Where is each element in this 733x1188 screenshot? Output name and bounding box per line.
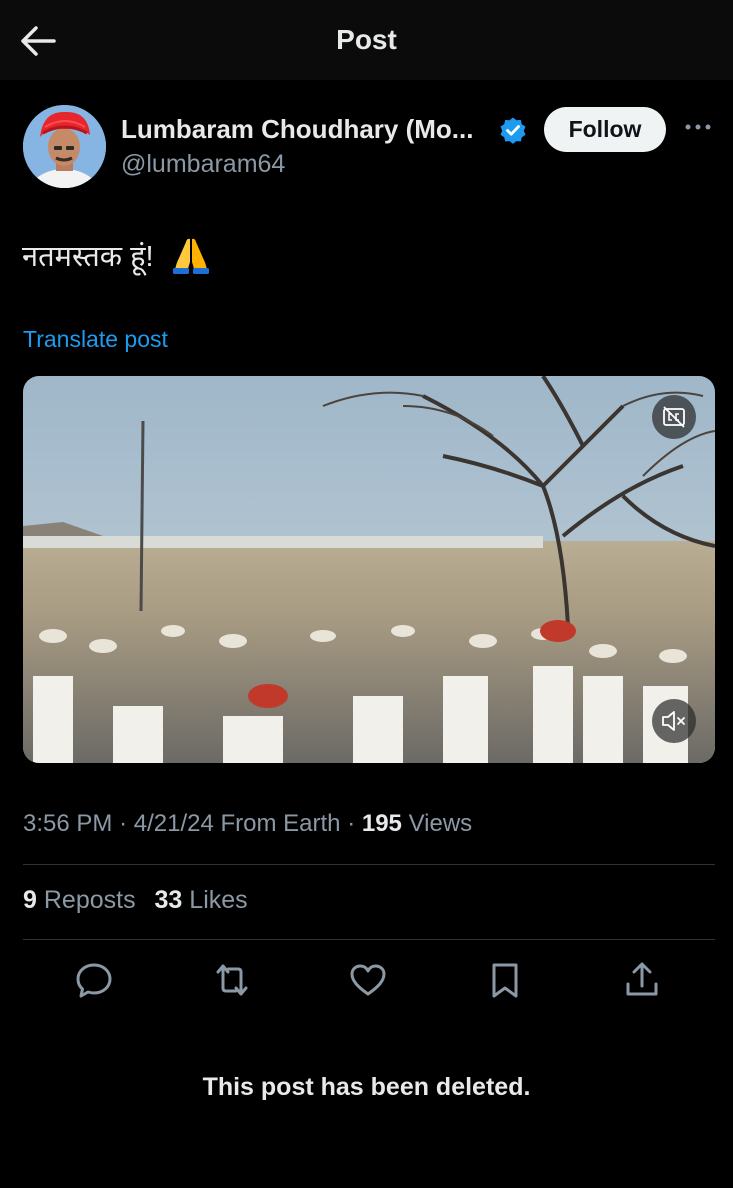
like-icon[interactable]: [348, 960, 388, 1000]
captions-off-icon: [663, 406, 685, 428]
page-title: Post: [336, 24, 397, 55]
post-location: From Earth: [220, 810, 341, 837]
mute-button[interactable]: [652, 699, 696, 743]
post-date: 4/21/24: [133, 810, 214, 837]
meta-separator: ·: [347, 810, 362, 837]
divider: [23, 864, 715, 865]
meta-separator: ·: [119, 810, 134, 837]
divider: [23, 939, 715, 940]
more-options-icon[interactable]: [683, 117, 713, 137]
views-label: Views: [408, 810, 473, 837]
reposts-count: 9: [23, 886, 37, 914]
post-meta: 3:56 PM · 4/21/24 From Earth · 195 Views: [23, 810, 472, 838]
likes-stat[interactable]: 33 Likes: [155, 886, 248, 914]
likes-count: 33: [154, 886, 183, 914]
post-video[interactable]: [23, 376, 715, 763]
follow-button[interactable]: Follow: [544, 107, 666, 152]
top-bar: Post: [0, 0, 733, 80]
folded-hands-emoji-icon: [173, 238, 209, 274]
repost-icon[interactable]: [212, 960, 252, 1000]
author-handle[interactable]: @lumbaram64: [121, 150, 285, 179]
verified-badge-icon: [500, 117, 526, 144]
bookmark-icon[interactable]: [485, 960, 525, 1000]
reposts-label: Reposts: [43, 886, 136, 914]
likes-label: Likes: [189, 886, 248, 914]
captions-button[interactable]: [652, 395, 696, 439]
video-frame: [23, 376, 715, 763]
author-name[interactable]: Lumbaram Choudhary (Mo...: [121, 114, 473, 145]
muted-speaker-icon: [662, 711, 685, 731]
deleted-notice: This post has been deleted.: [202, 1073, 531, 1101]
post-text: नतमस्तक हूं!: [22, 241, 154, 273]
post-time: 3:56 PM: [23, 810, 113, 837]
share-icon[interactable]: [622, 960, 662, 1000]
reposts-stat[interactable]: 9 Reposts: [23, 886, 143, 914]
reply-icon[interactable]: [74, 960, 114, 1000]
translate-post-link[interactable]: Translate post: [23, 326, 168, 353]
avatar[interactable]: [23, 105, 106, 188]
views-count: 195: [361, 810, 402, 837]
engagement-stats: 9 Reposts 33 Likes: [23, 886, 248, 915]
